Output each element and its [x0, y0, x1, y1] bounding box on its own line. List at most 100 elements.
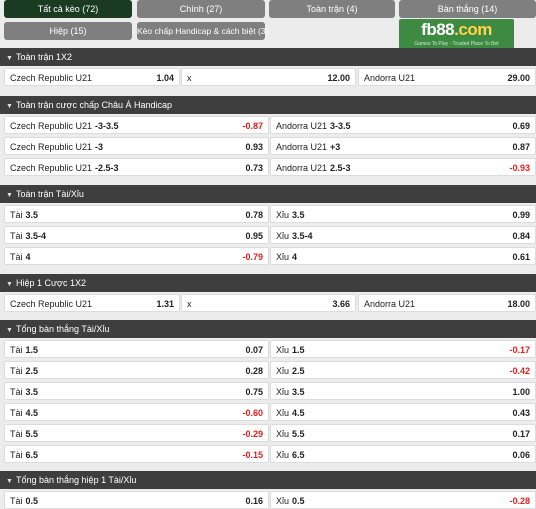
handicap-line: 2.5-3: [330, 163, 351, 173]
section-header[interactable]: ▼ Toàn trận Tài/Xỉu: [0, 185, 536, 203]
handicap-line: 1.5: [25, 345, 39, 355]
tab-all[interactable]: Tất cả kèo (72): [4, 0, 132, 18]
odds-cell[interactable]: Xỉu 6.5 0.06: [270, 445, 536, 463]
odds-cell[interactable]: x 12.00: [181, 68, 356, 86]
odds-value: 12.00: [327, 73, 350, 83]
handicap-line: 3.5: [25, 210, 39, 220]
handicap-line: 6.5: [25, 450, 39, 460]
selection-label: Xỉu: [276, 387, 290, 397]
odds-cell[interactable]: Tài 6.5 -0.15: [4, 445, 269, 463]
odds-cell[interactable]: Czech Republic U21 -3-3.5 -0.87: [4, 116, 269, 134]
handicap-line: 0.5: [292, 496, 305, 506]
handicap-line: 5.5: [25, 429, 39, 439]
odds-cell[interactable]: Xỉu 4.5 0.43: [270, 403, 536, 421]
odds-cell[interactable]: Tài 5.5 -0.29: [4, 424, 269, 442]
odds-value: 1.00: [512, 387, 530, 397]
odds-value: 0.16: [245, 496, 263, 506]
tab-half[interactable]: Hiệp (15): [4, 22, 132, 40]
odds-value: -0.87: [242, 121, 263, 131]
odds-cell[interactable]: Czech Republic U21 -3 0.93: [4, 137, 269, 155]
odds-cell[interactable]: Tài 3.5-4 0.95: [4, 226, 269, 244]
odds-value: 0.43: [512, 408, 530, 418]
handicap-line: 1.5: [292, 345, 305, 355]
odds-cell[interactable]: Czech Republic U21 -2.5-3 0.73: [4, 158, 269, 176]
handicap-line: 0.5: [25, 496, 39, 506]
odds-cell[interactable]: Xỉu 3.5 0.99: [270, 205, 536, 223]
odds-cell[interactable]: Tài 4.5 -0.60: [4, 403, 269, 421]
odds-cell[interactable]: Tài 2.5 0.28: [4, 361, 269, 379]
odds-cell[interactable]: Andorra U21 18.00: [358, 294, 536, 312]
odds-cell[interactable]: Xỉu 0.5 -0.28: [270, 491, 536, 509]
selection-label: Tài: [10, 252, 23, 262]
section-title: Hiệp 1 Cược 1X2: [16, 278, 86, 288]
handicap-line: +3: [330, 142, 341, 152]
selection-label: Czech Republic U21: [10, 73, 93, 83]
chevron-down-icon[interactable]: ▼: [6, 473, 16, 491]
chevron-down-icon[interactable]: ▼: [6, 50, 16, 68]
handicap-line: 4.5: [292, 408, 305, 418]
selection-label: Tài: [10, 450, 23, 460]
chevron-down-icon[interactable]: ▼: [6, 322, 16, 340]
section-header[interactable]: ▼ Toàn trận cược chấp Châu Á Handicap: [0, 96, 536, 114]
odds-value: -0.15: [242, 450, 263, 460]
handicap-line: 3.5: [25, 387, 39, 397]
chevron-down-icon[interactable]: ▼: [6, 187, 16, 205]
handicap-line: -3-3.5: [95, 121, 119, 131]
section-header[interactable]: ▼ Tổng bàn thắng hiệp 1 Tài/Xỉu: [0, 471, 536, 489]
odds-cell[interactable]: Tài 4 -0.79: [4, 247, 269, 265]
odds-cell[interactable]: Czech Republic U21 1.04: [4, 68, 180, 86]
selection-label: Andorra U21: [276, 163, 328, 173]
selection-label: Tài: [10, 387, 23, 397]
selection-label: Czech Republic U21: [10, 142, 93, 152]
odds-cell[interactable]: Xỉu 4 0.61: [270, 247, 536, 265]
section-title: Toàn trận cược chấp Châu Á Handicap: [16, 100, 173, 110]
handicap-line: -3: [95, 142, 104, 152]
selection-label: Tài: [10, 408, 23, 418]
section-header[interactable]: ▼ Tổng bàn thắng Tài/Xỉu: [0, 320, 536, 338]
odds-cell[interactable]: Xỉu 3.5 1.00: [270, 382, 536, 400]
section-header[interactable]: ▼ Toàn trận 1X2: [0, 48, 536, 66]
handicap-line: 4: [292, 252, 298, 262]
tab-handicap[interactable]: Kèo chấp Handicap & cách biệt (3): [137, 22, 268, 40]
handicap-line: -2.5-3: [95, 163, 119, 173]
section-title: Tổng bàn thắng Tài/Xỉu: [16, 324, 110, 334]
odds-value: 0.78: [245, 210, 263, 220]
odds-cell[interactable]: Andorra U21 3-3.5 0.69: [270, 116, 536, 134]
odds-value: -0.28: [509, 496, 530, 506]
odds-value: 3.66: [332, 299, 350, 309]
selection-label: Czech Republic U21: [10, 299, 93, 309]
odds-cell[interactable]: Andorra U21 2.5-3 -0.93: [270, 158, 536, 176]
chevron-down-icon[interactable]: ▼: [6, 276, 16, 294]
odds-cell[interactable]: Xỉu 1.5 -0.17: [270, 340, 536, 358]
section-header[interactable]: ▼ Hiệp 1 Cược 1X2: [0, 274, 536, 292]
odds-cell[interactable]: Xỉu 5.5 0.17: [270, 424, 536, 442]
odds-value: -0.79: [242, 252, 263, 262]
tab-full-match[interactable]: Toàn trận (4): [269, 0, 395, 18]
odds-value: 0.87: [512, 142, 530, 152]
odds-cell[interactable]: Xỉu 3.5-4 0.84: [270, 226, 536, 244]
odds-cell[interactable]: Czech Republic U21 1.31: [4, 294, 180, 312]
odds-value: 0.73: [245, 163, 263, 173]
fb88-logo[interactable]: fb88.com Games To Play · Trusted Place T…: [399, 19, 514, 49]
odds-value: 0.84: [512, 231, 530, 241]
odds-cell[interactable]: Andorra U21 +3 0.87: [270, 137, 536, 155]
odds-cell[interactable]: Tài 0.5 0.16: [4, 491, 269, 509]
tab-main[interactable]: Chính (27): [137, 0, 265, 18]
odds-cell[interactable]: Xỉu 2.5 -0.42: [270, 361, 536, 379]
handicap-line: 6.5: [292, 450, 305, 460]
selection-label: Andorra U21: [364, 299, 416, 309]
odds-value: 0.93: [245, 142, 263, 152]
handicap-line: 2.5: [25, 366, 39, 376]
selection-label: Andorra U21: [276, 121, 328, 131]
odds-cell[interactable]: Tài 3.5 0.78: [4, 205, 269, 223]
selection-label: Xỉu: [276, 366, 290, 376]
odds-cell[interactable]: Andorra U21 29.00: [358, 68, 536, 86]
chevron-down-icon[interactable]: ▼: [6, 98, 16, 116]
odds-value: 1.31: [156, 299, 174, 309]
odds-cell[interactable]: x 3.66: [181, 294, 356, 312]
odds-cell[interactable]: Tài 1.5 0.07: [4, 340, 269, 358]
odds-cell[interactable]: Tài 3.5 0.75: [4, 382, 269, 400]
odds-value: 1.04: [156, 73, 174, 83]
tab-goals[interactable]: Bàn thắng (14): [399, 0, 536, 18]
section-title: Toàn trận Tài/Xỉu: [16, 189, 84, 199]
